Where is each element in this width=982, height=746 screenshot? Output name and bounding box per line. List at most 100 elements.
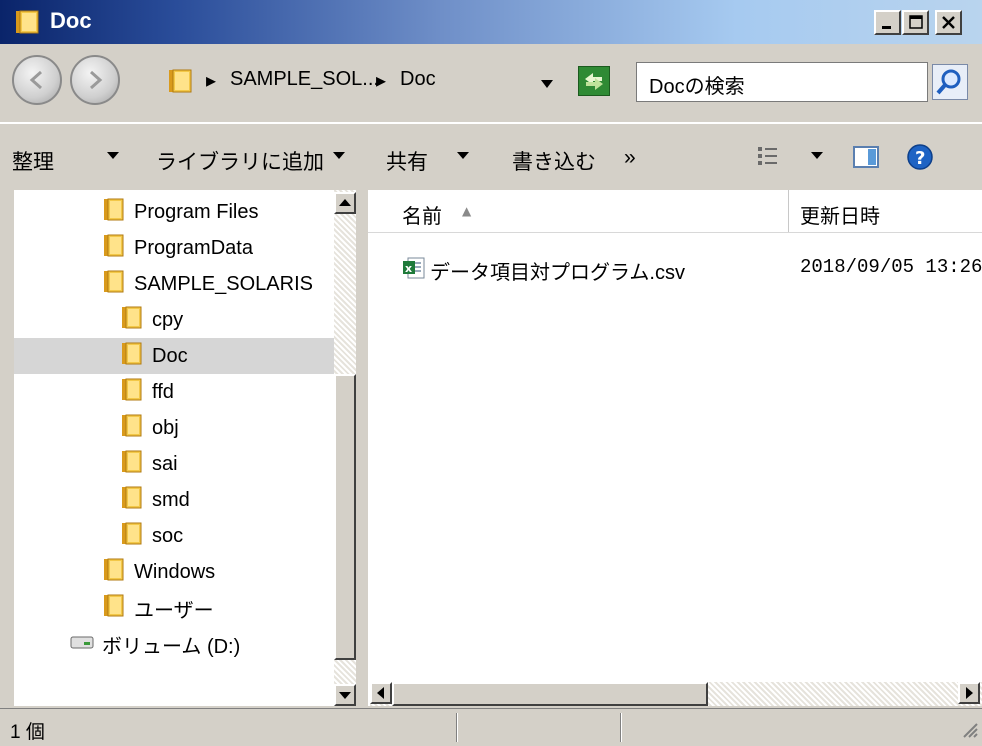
search-placeholder: Docの検索: [649, 76, 745, 98]
folder-icon: [120, 520, 144, 552]
chevron-down-icon[interactable]: [106, 143, 120, 169]
chevron-down-icon[interactable]: [810, 143, 824, 169]
tree-item[interactable]: ユーザー: [102, 590, 214, 626]
address-dropdown-icon[interactable]: [540, 74, 554, 93]
tree-item[interactable]: cpy: [120, 302, 183, 338]
search-icon: [936, 69, 961, 95]
arrow-right-icon: [966, 687, 973, 699]
status-divider: [620, 713, 622, 742]
view-options-icon[interactable]: [756, 143, 782, 175]
tree-item[interactable]: sai: [120, 446, 178, 482]
more-commands-button[interactable]: »: [624, 146, 636, 170]
forward-arrow-icon: [90, 70, 103, 90]
navigation-pane[interactable]: Program Files ProgramData SAMPLE_SOLARIS cp…: [14, 190, 354, 706]
scroll-thumb[interactable]: [392, 682, 708, 706]
tree-item[interactable]: Windows: [102, 554, 215, 590]
share-menu[interactable]: 共有: [386, 146, 428, 176]
folder-icon: [102, 268, 126, 300]
minimize-button[interactable]: [874, 10, 901, 35]
folder-icon: [120, 304, 144, 336]
tree-item[interactable]: soc: [120, 518, 183, 554]
folder-icon: [14, 9, 42, 39]
status-bar: 1 個: [0, 708, 982, 746]
file-list[interactable]: 名前 ▲ 更新日時 x データ項目対プログラム.csv 2018/09/05 1…: [368, 190, 982, 706]
folder-icon: [120, 484, 144, 516]
nav-vertical-scrollbar[interactable]: [334, 190, 356, 706]
address-separator[interactable]: ▸: [376, 68, 386, 93]
tree-item[interactable]: ffd: [120, 374, 174, 410]
excel-csv-icon: x: [402, 256, 426, 284]
scroll-right-button[interactable]: [958, 682, 980, 704]
folder-icon: [102, 592, 126, 624]
address-row: ▸ SAMPLE_SOL... ▸ Doc Docの検索: [0, 44, 982, 122]
tree-item[interactable]: ProgramData: [102, 230, 253, 266]
file-row[interactable]: x データ項目対プログラム.csv 2018/09/05 13:26: [368, 252, 982, 284]
tree-item[interactable]: Program Files: [102, 194, 258, 230]
tree-item-label: smd: [152, 488, 190, 511]
maximize-icon: [909, 15, 923, 29]
tree-item-label: ffd: [152, 380, 174, 403]
preview-pane-icon[interactable]: [852, 143, 882, 175]
forward-button[interactable]: [70, 55, 120, 105]
add-to-library-menu[interactable]: ライブラリに追加: [156, 146, 324, 176]
command-bar: 整理 ライブラリに追加 共有 書き込む » ?: [0, 122, 982, 192]
window-title: Doc: [50, 8, 92, 33]
refresh-icon: [585, 73, 603, 90]
scroll-down-button[interactable]: [334, 684, 356, 706]
file-modified: 2018/09/05 13:26: [800, 256, 982, 278]
search-button[interactable]: [932, 64, 968, 100]
tree-item-label: Doc: [152, 344, 188, 367]
resize-grip-icon[interactable]: [960, 720, 978, 742]
address-bar[interactable]: ▸ SAMPLE_SOL... ▸ Doc: [158, 62, 622, 100]
close-button[interactable]: [935, 10, 962, 35]
folder-icon: [120, 340, 144, 372]
breadcrumb-segment[interactable]: SAMPLE_SOL...: [230, 68, 379, 91]
maximize-button[interactable]: [902, 10, 929, 35]
refresh-button[interactable]: [578, 66, 610, 96]
tree-item[interactable]: Doc: [14, 338, 354, 374]
tree-item[interactable]: obj: [120, 410, 179, 446]
folder-icon: [120, 376, 144, 408]
tree-item-label: obj: [152, 416, 179, 439]
back-arrow-icon: [29, 70, 42, 90]
sort-ascending-icon: ▲: [462, 204, 472, 218]
tree-item-label: ボリューム (D:): [102, 635, 241, 658]
close-icon: [942, 16, 955, 29]
tree-item[interactable]: ボリューム (D:): [70, 626, 240, 662]
folder-icon: [102, 196, 126, 228]
search-input[interactable]: Docの検索: [636, 62, 928, 102]
column-divider[interactable]: [788, 190, 789, 232]
file-name[interactable]: データ項目対プログラム.csv: [430, 256, 685, 285]
column-header-modified[interactable]: 更新日時: [800, 200, 880, 229]
back-button[interactable]: [12, 55, 62, 105]
chevron-down-icon[interactable]: [456, 143, 470, 169]
content-horizontal-scrollbar[interactable]: [370, 682, 982, 706]
svg-text:?: ?: [915, 148, 925, 169]
minimize-icon: [882, 26, 891, 29]
column-header-row: 名前 ▲ 更新日時: [368, 190, 982, 233]
folder-icon: [120, 448, 144, 480]
chevron-down-icon[interactable]: [332, 143, 346, 169]
arrow-left-icon: [377, 687, 384, 699]
tree-item[interactable]: SAMPLE_SOLARIS: [102, 266, 313, 302]
scroll-up-button[interactable]: [334, 192, 356, 214]
scroll-left-button[interactable]: [370, 682, 392, 704]
help-icon[interactable]: ?: [906, 143, 936, 177]
column-header-name[interactable]: 名前: [402, 200, 442, 229]
title-bar[interactable]: Doc: [0, 0, 982, 44]
tree-item[interactable]: smd: [120, 482, 190, 518]
burn-menu[interactable]: 書き込む: [512, 146, 596, 176]
item-count: 1 個: [10, 722, 45, 743]
scroll-thumb[interactable]: [334, 374, 356, 660]
drive-icon: [70, 631, 94, 657]
breadcrumb-segment[interactable]: Doc: [400, 68, 436, 91]
organize-menu[interactable]: 整理: [12, 146, 54, 176]
pane-splitter[interactable]: [356, 190, 368, 706]
arrow-down-icon: [339, 692, 351, 699]
tree-item-label: ユーザー: [134, 599, 214, 622]
folder-icon: [120, 412, 144, 444]
address-separator[interactable]: ▸: [206, 68, 216, 93]
folder-icon: [102, 232, 126, 264]
arrow-up-icon: [339, 199, 351, 206]
status-divider: [456, 713, 458, 742]
